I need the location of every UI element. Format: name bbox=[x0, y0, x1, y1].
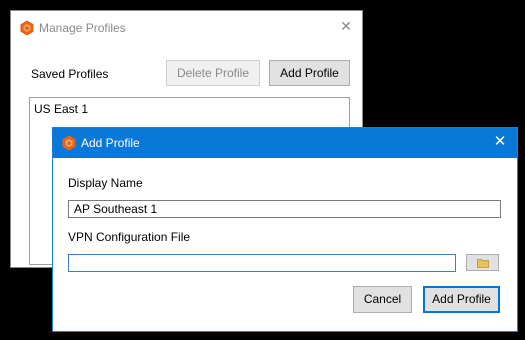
manage-profiles-titlebar: Manage Profiles ✕ bbox=[11, 11, 362, 45]
add-profile-confirm-button[interactable]: Add Profile bbox=[423, 286, 500, 313]
browse-file-button[interactable] bbox=[466, 254, 499, 271]
vpn-config-file-label: VPN Configuration File bbox=[68, 230, 191, 244]
window-title: Manage Profiles bbox=[39, 21, 126, 35]
vpn-config-file-input[interactable] bbox=[68, 254, 456, 272]
app-logo-icon bbox=[19, 20, 35, 36]
display-name-label: Display Name bbox=[68, 176, 143, 190]
cancel-button[interactable]: Cancel bbox=[353, 286, 412, 313]
add-profile-dialog: Add Profile ✕ Display Name VPN Configura… bbox=[52, 127, 518, 332]
close-icon[interactable]: ✕ bbox=[339, 19, 353, 33]
add-profile-button[interactable]: Add Profile bbox=[269, 60, 350, 86]
saved-profiles-label: Saved Profiles bbox=[31, 67, 109, 81]
add-profile-titlebar: Add Profile ✕ bbox=[53, 128, 517, 158]
dialog-title: Add Profile bbox=[81, 136, 140, 150]
app-logo-icon bbox=[61, 135, 77, 151]
display-name-input[interactable] bbox=[68, 200, 501, 218]
list-item[interactable]: US East 1 bbox=[34, 102, 88, 116]
delete-profile-button[interactable]: Delete Profile bbox=[166, 60, 260, 86]
close-icon[interactable]: ✕ bbox=[493, 134, 507, 149]
folder-icon bbox=[477, 259, 489, 268]
